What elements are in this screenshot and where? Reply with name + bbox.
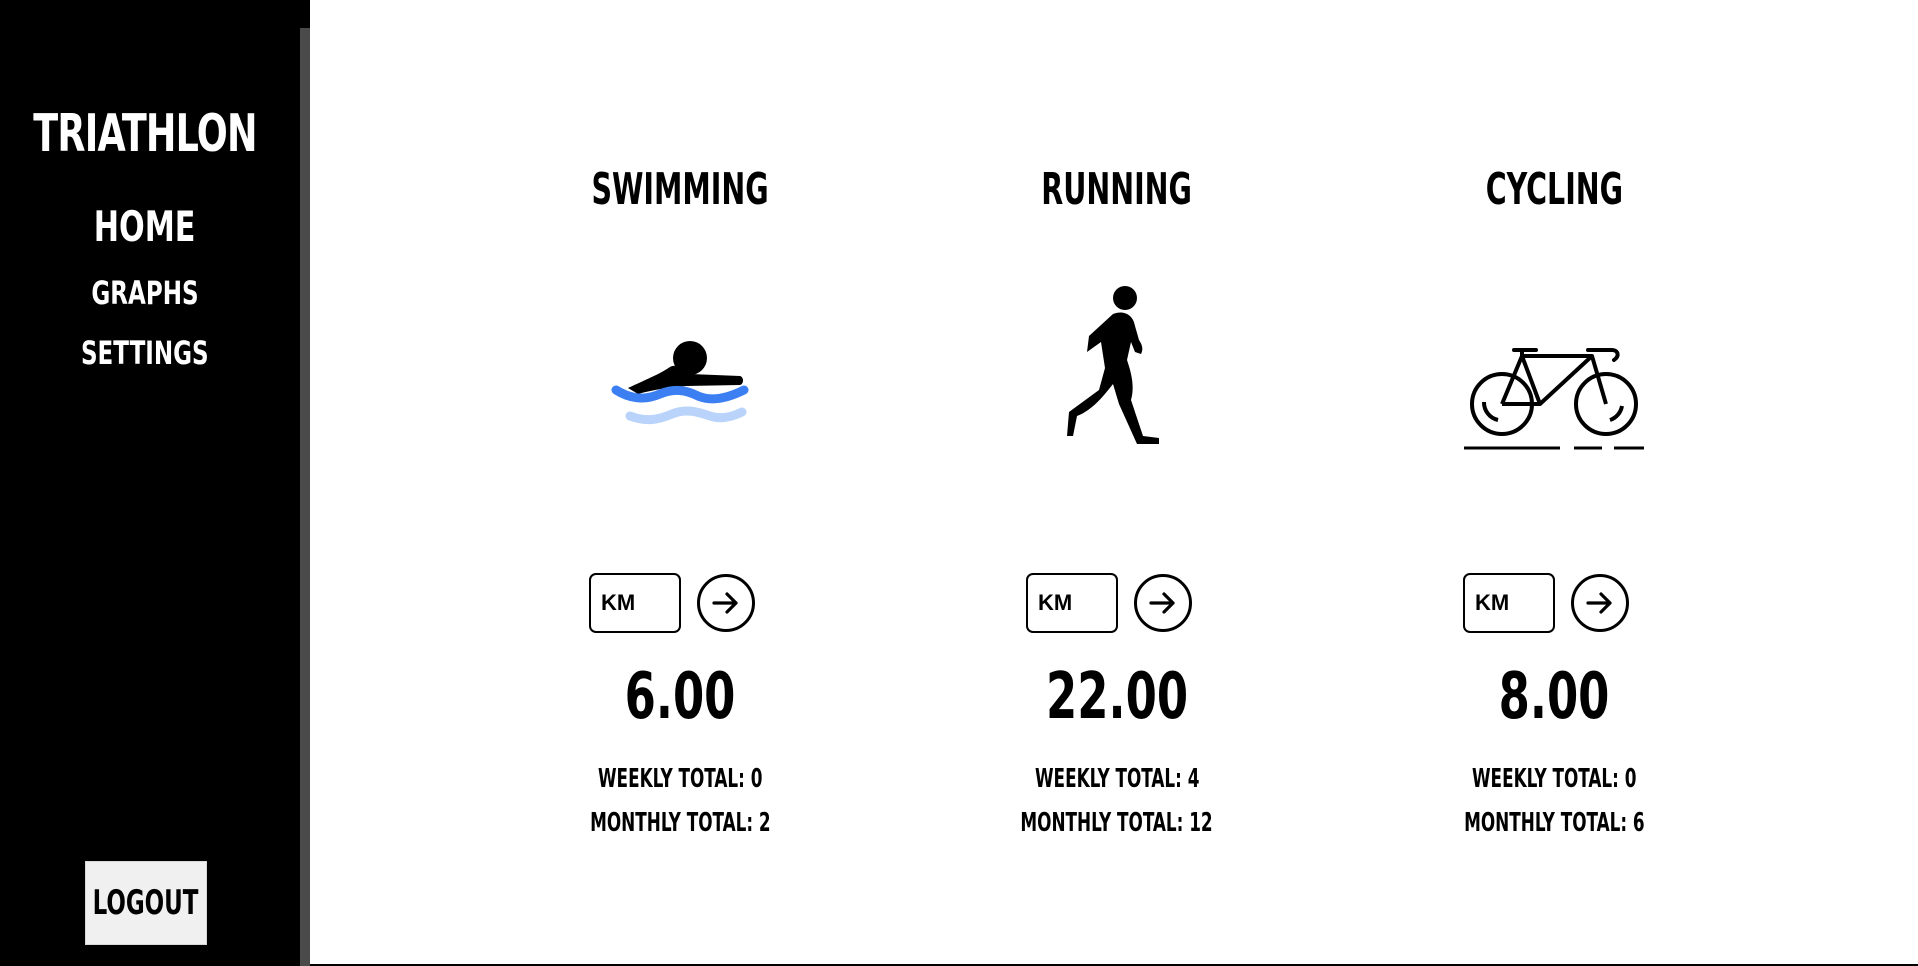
- brand-title: TRIATHLON: [33, 104, 257, 164]
- nav-home[interactable]: HOME: [0, 202, 290, 251]
- distance-value: 8.00: [1374, 660, 1734, 734]
- km-input[interactable]: [589, 573, 681, 633]
- nav-home-label: HOME: [94, 202, 196, 251]
- weekly-total-text: WEEKLY TOTAL: 0: [1471, 764, 1637, 794]
- km-input[interactable]: [1463, 573, 1555, 633]
- card-title: CYCLING: [1374, 160, 1734, 220]
- arrow-right-icon: [1586, 592, 1612, 614]
- running-card: RUNNING 22.00 WEEKLY TOTAL: 4 MONTHLY TO…: [937, 160, 1297, 838]
- entry-controls: [500, 572, 860, 636]
- distance-value-text: 22.00: [1045, 660, 1189, 734]
- distance-value-text: 6.00: [624, 660, 736, 734]
- submit-button[interactable]: [1134, 574, 1192, 632]
- submit-button[interactable]: [697, 574, 755, 632]
- nav-settings-label: SETTINGS: [81, 334, 209, 372]
- weekly-total-text: WEEKLY TOTAL: 4: [1034, 764, 1200, 794]
- runner-icon: [1067, 286, 1159, 444]
- sidebar-divider: [300, 0, 310, 966]
- cycling-card: CYCLING 8.00 WEEKLY TOTAL: 0 MONTHLY TOT…: [1374, 160, 1734, 838]
- distance-value: 6.00: [500, 660, 860, 734]
- arrow-right-icon: [712, 592, 738, 614]
- sidebar: TRIATHLON HOME GRAPHS SETTINGS LOGOUT: [0, 0, 300, 966]
- monthly-total-text: MONTHLY TOTAL: 12: [1020, 808, 1214, 838]
- monthly-total-text: MONTHLY TOTAL: 2: [589, 808, 771, 838]
- card-title-text: CYCLING: [1485, 164, 1623, 215]
- card-title: RUNNING: [937, 160, 1297, 220]
- card-title-text: SWIMMING: [591, 164, 769, 215]
- sidebar-divider-top: [300, 0, 310, 28]
- card-title: SWIMMING: [500, 160, 860, 220]
- logout-label: LOGOUT: [93, 883, 199, 923]
- card-title-text: RUNNING: [1041, 164, 1193, 215]
- monthly-total: MONTHLY TOTAL: 6: [1374, 808, 1734, 838]
- distance-value-text: 8.00: [1498, 660, 1610, 734]
- entry-controls: [1374, 572, 1734, 636]
- swimmer-icon: [611, 341, 749, 425]
- monthly-total: MONTHLY TOTAL: 12: [937, 808, 1297, 838]
- km-input[interactable]: [1026, 573, 1118, 633]
- monthly-total: MONTHLY TOTAL: 2: [500, 808, 860, 838]
- arrow-right-icon: [1149, 592, 1175, 614]
- weekly-total: WEEKLY TOTAL: 0: [1374, 764, 1734, 794]
- weekly-total: WEEKLY TOTAL: 4: [937, 764, 1297, 794]
- swimming-card: SWIMMING 6.00 WEEKLY TOTAL: 0 MONTHLY TO…: [500, 160, 860, 838]
- monthly-total-text: MONTHLY TOTAL: 6: [1463, 808, 1645, 838]
- nav-settings[interactable]: SETTINGS: [0, 334, 290, 372]
- nav-graphs-label: GRAPHS: [91, 274, 199, 312]
- nav-graphs[interactable]: GRAPHS: [0, 274, 290, 312]
- weekly-total-text: WEEKLY TOTAL: 0: [597, 764, 763, 794]
- entry-controls: [937, 572, 1297, 636]
- logout-button[interactable]: LOGOUT: [85, 861, 207, 945]
- distance-value: 22.00: [937, 660, 1297, 734]
- weekly-total: WEEKLY TOTAL: 0: [500, 764, 860, 794]
- bicycle-icon: [1464, 348, 1644, 450]
- submit-button[interactable]: [1571, 574, 1629, 632]
